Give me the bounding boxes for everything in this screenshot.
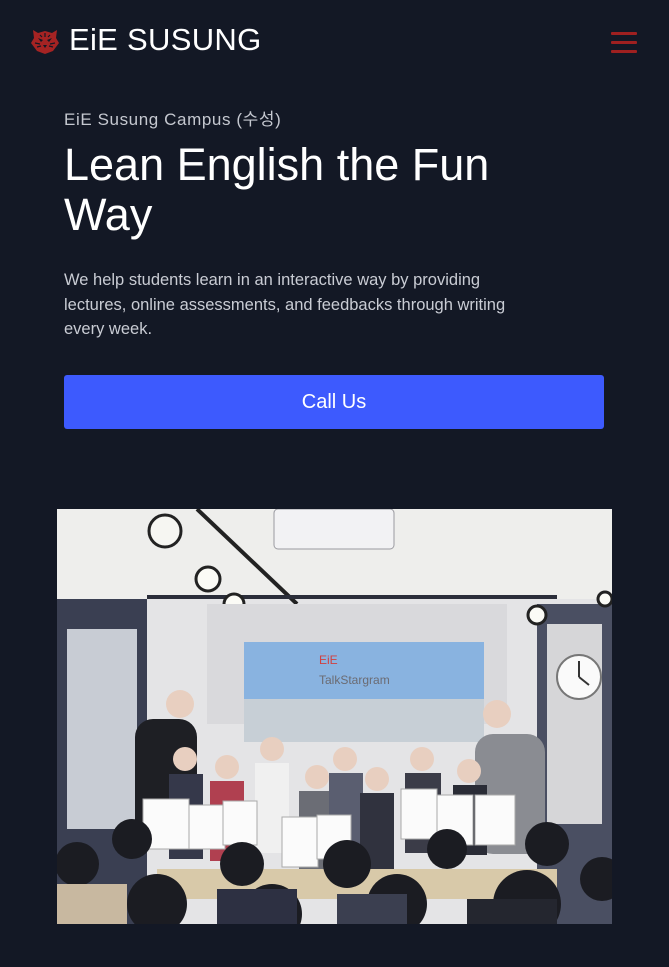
tiger-head-icon <box>31 30 59 54</box>
hero-description: We help students learn in an interactive… <box>64 271 506 338</box>
hero-title: Lean English the Fun Way <box>64 139 490 240</box>
menu-bar <box>611 50 637 53</box>
hamburger-menu-icon[interactable] <box>611 32 639 58</box>
site-header: EiE SUSUNG <box>0 0 669 80</box>
menu-bar <box>611 32 637 35</box>
classroom-photo: EiE TalkStargram <box>57 509 612 924</box>
screen-logo-text: EiE <box>319 653 338 667</box>
menu-bar <box>611 41 637 44</box>
campus-label: EiE Susung Campus (수성) <box>64 110 282 129</box>
logo-text: EiE SUSUNG <box>69 22 262 57</box>
logo-link[interactable]: EiE SUSUNG <box>29 22 261 58</box>
call-us-button[interactable]: Call Us <box>64 375 604 429</box>
classroom-photo-illustration: EiE TalkStargram <box>57 509 612 924</box>
screen-caption-text: TalkStargram <box>319 673 390 687</box>
